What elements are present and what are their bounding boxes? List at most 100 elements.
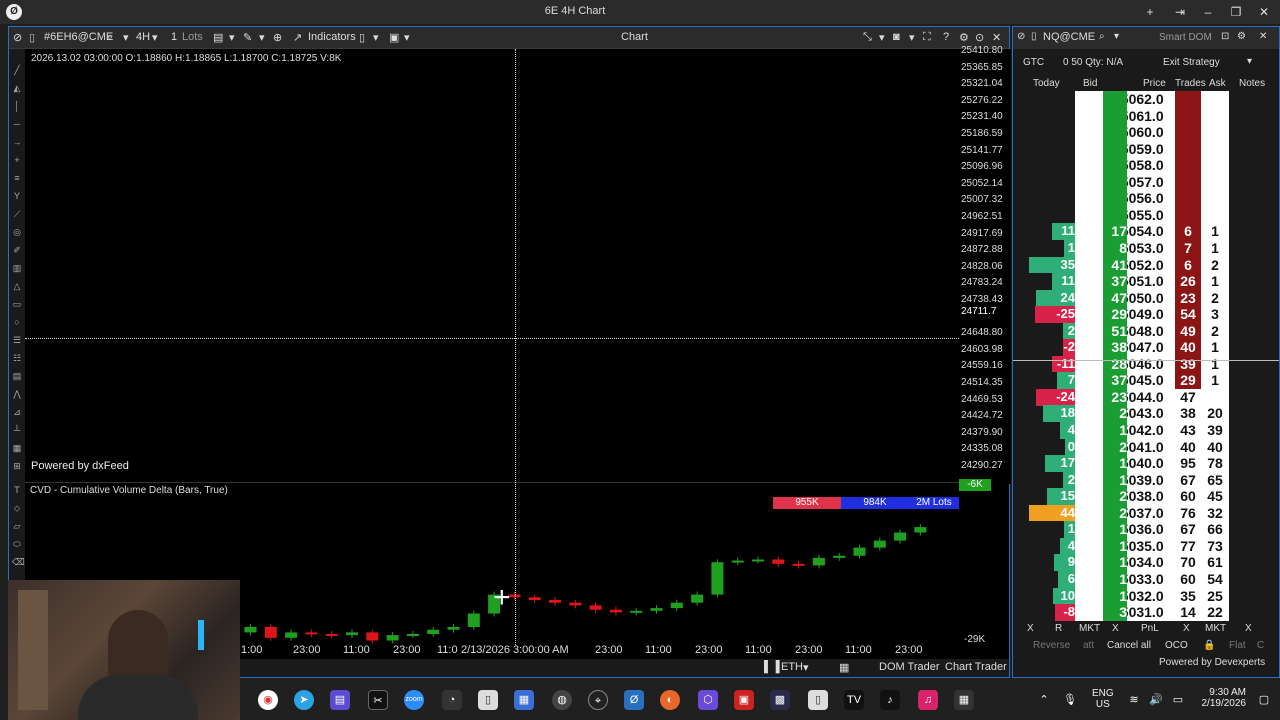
price-cell[interactable]: 25040.0 [1127,455,1175,472]
bid-size-cell[interactable]: 47 [1103,289,1127,307]
tiktok-studio-icon[interactable]: ♫ [918,690,938,710]
session-selector[interactable]: ETH [781,661,803,673]
dom-row[interactable]: 25056.0 [1013,190,1279,207]
notifications-icon[interactable]: ▢ [1254,690,1274,710]
telegram-icon[interactable]: ➤ [294,690,314,710]
footer-r-button[interactable]: R [1055,623,1062,634]
interval-chevron-icon[interactable]: ▾ [152,31,158,44]
projection-tool-icon[interactable]: ⊿ [12,407,22,417]
ask-cell[interactable]: 3 [1201,306,1229,323]
price-cell[interactable]: 25044.0 [1127,388,1175,406]
bid-cell[interactable] [1075,206,1103,224]
ask-cell[interactable] [1201,173,1229,191]
ask-cell[interactable]: 66 [1201,521,1229,538]
dom-row[interactable]: 7 3725045.0291 [1013,372,1279,390]
bid-cell[interactable] [1075,223,1103,241]
volume-icon[interactable]: 🔊 [1146,690,1166,710]
bid-size-cell[interactable] [1103,157,1127,174]
minimize-button[interactable]: – [1198,3,1218,21]
dom-row[interactable]: 25059.0 [1013,140,1279,158]
help-icon[interactable]: ? [943,31,949,43]
reverse-button[interactable]: Reverse [1033,640,1070,651]
draw-chevron-icon[interactable]: ▾ [259,31,265,44]
footer-x3-button[interactable]: X [1183,623,1190,634]
bid-size-cell[interactable] [1103,190,1127,207]
draw-pencil-icon[interactable]: ✎ [243,31,252,44]
bid-size-cell[interactable]: 3 [1103,604,1127,621]
tradingview-icon[interactable]: TV [844,690,864,710]
lots-value[interactable]: 1 [171,31,177,43]
price-cell[interactable]: 25061.0 [1127,107,1175,125]
bid-size-cell[interactable]: 2 [1103,504,1127,522]
chart-close-icon[interactable]: ✕ [992,31,1001,44]
chart-type-icon[interactable]: ▤ [213,31,223,44]
dom-row[interactable]: 25055.0 [1013,206,1279,224]
price-cell[interactable]: 25038.0 [1127,488,1175,505]
ask-cell[interactable]: 1 [1201,273,1229,290]
taskbar-app-grid-icon[interactable]: ▦ [954,690,974,710]
price-cell[interactable]: 25042.0 [1127,422,1175,439]
indicators-button[interactable]: Indicators [308,31,356,43]
dom-trader-tab[interactable]: DOM Trader [879,661,940,673]
dom-row[interactable]: 25057.0 [1013,173,1279,191]
bid-size-cell[interactable]: 2 [1103,438,1127,456]
price-cell[interactable]: 25034.0 [1127,554,1175,572]
price-cell[interactable]: 25036.0 [1127,521,1175,538]
map-pin-icon[interactable]: ⌖ [588,690,608,710]
triangle-tool-icon[interactable]: △ [12,281,22,291]
callout-tool-icon[interactable]: ▱ [12,521,22,531]
price-cell[interactable]: 25041.0 [1127,438,1175,456]
document-icon[interactable]: ▯ [808,690,828,710]
maximize-button[interactable]: ❐ [1226,3,1246,21]
price-cell[interactable]: 25053.0 [1127,239,1175,257]
lock-icon[interactable]: 🔒 [1203,640,1215,651]
bid-cell[interactable] [1075,339,1103,356]
dom-row[interactable]: 6 125033.06054 [1013,570,1279,588]
bid-cell[interactable] [1075,256,1103,274]
ask-cell[interactable] [1201,157,1229,174]
ask-cell[interactable]: 2 [1201,289,1229,307]
dom-row[interactable]: 25061.0 [1013,107,1279,125]
ask-cell[interactable] [1201,124,1229,141]
dom-row[interactable]: 11 1725054.061 [1013,223,1279,241]
price-cell[interactable]: 25056.0 [1127,190,1175,207]
ask-cell[interactable] [1201,140,1229,158]
price-cell[interactable]: 25048.0 [1127,322,1175,340]
dom-row[interactable]: 25060.0 [1013,124,1279,141]
price-cell[interactable]: 25032.0 [1127,587,1175,605]
zoom-icon[interactable]: ⊕ [273,31,282,44]
bid-cell[interactable] [1075,422,1103,439]
pane-divider[interactable] [25,482,959,483]
indicators-icon[interactable]: ↗ [293,31,302,44]
ellipse-tool-icon[interactable]: ○ [12,317,22,327]
bid-cell[interactable] [1075,554,1103,572]
bid-size-cell[interactable]: 37 [1103,273,1127,290]
bid-cell[interactable] [1075,388,1103,406]
language-indicator[interactable]: ENG US [1092,688,1114,710]
pdf-icon[interactable]: ▣ [734,690,754,710]
bid-cell[interactable] [1075,173,1103,191]
bid-size-cell[interactable] [1103,206,1127,224]
exit-strategy-chevron-icon[interactable]: ▾ [1247,56,1252,67]
battery-icon[interactable]: ▭ [1168,690,1188,710]
bid-size-cell[interactable]: 1 [1103,587,1127,605]
link-icon[interactable]: ⊙ [975,31,984,44]
ask-cell[interactable]: 2 [1201,256,1229,274]
obs-app-icon[interactable]: ◔ [442,690,462,710]
oco-button[interactable]: OCO [1165,640,1188,651]
price-cell[interactable]: 25031.0 [1127,604,1175,621]
chevron-down-icon[interactable]: ▾ [123,31,129,44]
price-cell[interactable]: 25054.0 [1127,223,1175,241]
collapse-icon[interactable]: ⤡ [863,31,872,44]
bid-size-cell[interactable] [1103,107,1127,125]
dom-ladder[interactable]: 25062.025061.025060.025059.025058.025057… [1013,91,1279,621]
bid-size-cell[interactable]: 8 [1103,239,1127,257]
dom-search-icon[interactable]: ⌕ [1099,31,1105,42]
vline-tool-icon[interactable]: │ [12,101,22,111]
ask-cell[interactable]: 1 [1201,372,1229,390]
bid-size-cell[interactable]: 23 [1103,388,1127,406]
notes-app-icon[interactable]: ▤ [330,690,350,710]
ask-cell[interactable]: 78 [1201,455,1229,472]
crosshair-tool-icon[interactable]: + [12,155,22,165]
dom-row[interactable]: 1825053.071 [1013,239,1279,257]
